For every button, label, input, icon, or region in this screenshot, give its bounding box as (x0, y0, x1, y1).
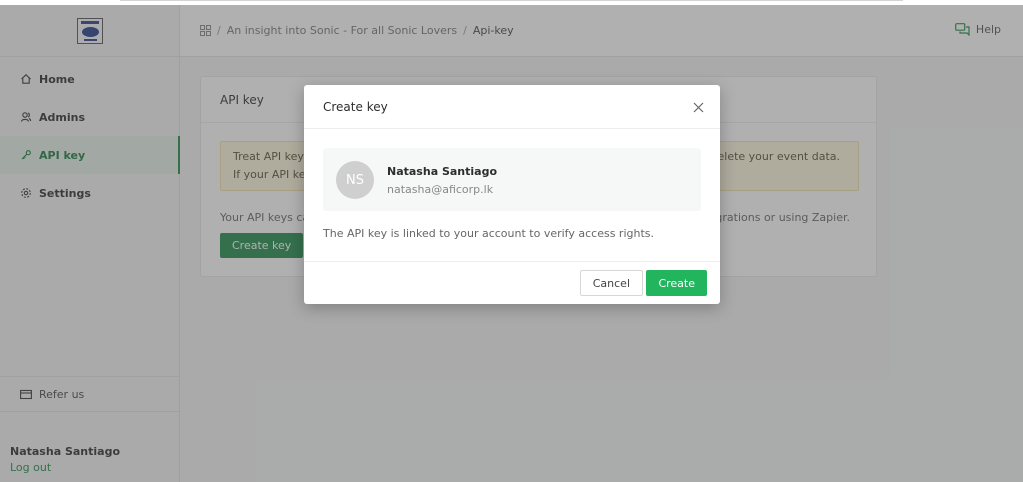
close-icon[interactable] (692, 101, 704, 113)
modal-header: Create key (304, 85, 720, 129)
create-key-modal: Create key NS Natasha Santiago natasha@a… (304, 85, 720, 304)
create-button[interactable]: Create (646, 270, 707, 296)
user-card-email: natasha@aficorp.lk (387, 183, 494, 196)
user-card: NS Natasha Santiago natasha@aficorp.lk (323, 148, 701, 211)
avatar: NS (336, 161, 374, 199)
modal-title: Create key (323, 99, 388, 114)
user-card-name: Natasha Santiago (387, 165, 497, 178)
modal-footer: Cancel Create (304, 261, 720, 304)
modal-note: The API key is linked to your account to… (323, 227, 655, 240)
cancel-button[interactable]: Cancel (579, 270, 643, 296)
